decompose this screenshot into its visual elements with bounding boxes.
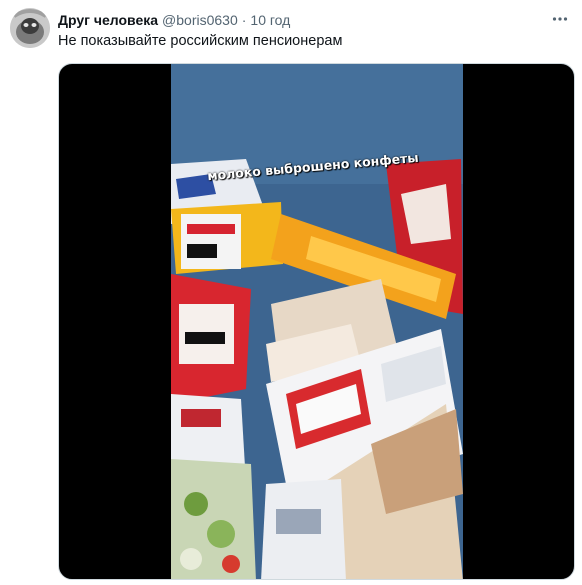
tweet-header: Друг человека @boris0630 · 10 год <box>58 10 290 30</box>
tweet-text: Не показывайте российским пенсионерам <box>58 33 343 49</box>
separator: · <box>241 12 247 28</box>
avatar[interactable] <box>10 8 50 48</box>
timestamp[interactable]: 10 год <box>250 12 290 28</box>
video-still <box>171 64 463 579</box>
video-frame[interactable]: молоко выброшено конфеты <box>171 64 463 579</box>
author-name[interactable]: Друг человека <box>58 12 158 28</box>
more-horizontal-icon[interactable] <box>550 9 570 29</box>
tweet-media[interactable]: молоко выброшено конфеты <box>58 63 575 580</box>
tweet: Друг человека @boris0630 · 10 год Не пок… <box>0 0 582 585</box>
avatar-image <box>10 8 50 48</box>
author-handle[interactable]: @boris0630 <box>162 12 238 28</box>
